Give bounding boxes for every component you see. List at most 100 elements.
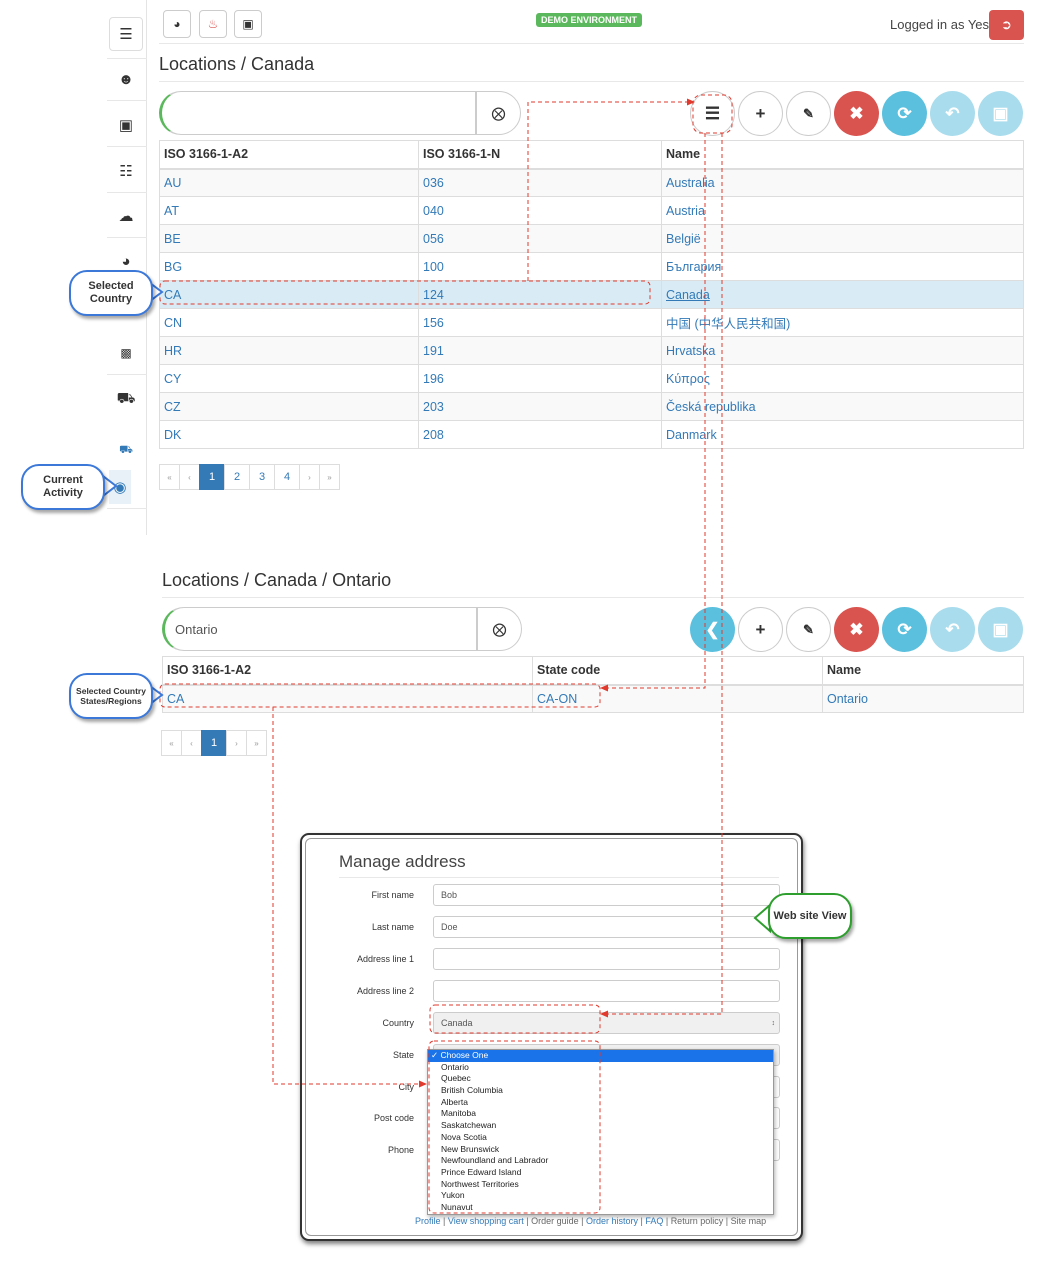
refresh-button[interactable]: ⟳ [882, 607, 927, 652]
column-header[interactable]: Name [822, 656, 1024, 686]
add-button[interactable]: + [738, 607, 783, 652]
footer-link[interactable]: View shopping cart [448, 1216, 524, 1226]
sidebar-item-shipping[interactable]: ⛟ [109, 382, 143, 416]
dashboard-button[interactable]: ◕ [163, 10, 191, 38]
search-input[interactable]: Ontario [162, 607, 477, 651]
table-cell[interactable]: AU [159, 168, 419, 197]
state-option[interactable]: Nunavut [428, 1202, 773, 1214]
table-cell[interactable]: 196 [418, 364, 662, 393]
table-cell[interactable]: CA [159, 280, 419, 309]
sidebar-item-cloud-upload[interactable]: ☁ [109, 199, 143, 233]
undo-button[interactable]: ↶ [930, 91, 975, 136]
pagination-prev[interactable]: ‹ [181, 730, 202, 756]
column-header[interactable]: Name [661, 140, 1024, 170]
state-option[interactable]: New Brunswick [428, 1144, 773, 1156]
delete-button[interactable]: ✖ [834, 91, 879, 136]
table-cell[interactable]: България [661, 252, 1024, 281]
address-line-2-field[interactable] [433, 980, 780, 1002]
column-header[interactable]: ISO 3166-1-N [418, 140, 662, 170]
table-cell[interactable]: Ontario [822, 684, 1024, 713]
sidebar-item-statistics[interactable]: ▩ [109, 336, 143, 370]
sidebar-item-users[interactable]: ☻ [109, 62, 143, 96]
table-row[interactable]: CN 156 中国 (中华人民共和国) [159, 308, 1024, 337]
table-cell[interactable]: BE [159, 224, 419, 253]
logout-button[interactable]: ➲ [989, 10, 1024, 40]
pagination-last[interactable]: » [319, 464, 340, 490]
table-cell[interactable]: CY [159, 364, 419, 393]
table-cell[interactable]: België [661, 224, 1024, 253]
pagination-prev[interactable]: ‹ [179, 464, 200, 490]
menu-toggle-button[interactable]: ☰ [109, 17, 143, 51]
table-cell[interactable]: 203 [418, 392, 662, 421]
sidebar-item-locations[interactable]: ◉ [109, 470, 131, 504]
footer-link[interactable]: Site map [731, 1216, 767, 1226]
pagination-last[interactable]: » [246, 730, 267, 756]
column-header[interactable]: ISO 3166-1-A2 [162, 656, 533, 686]
footer-link[interactable]: FAQ [645, 1216, 663, 1226]
state-option[interactable]: Quebec [428, 1073, 773, 1085]
table-cell[interactable]: 056 [418, 224, 662, 253]
table-cell[interactable]: 040 [418, 196, 662, 225]
table-cell[interactable]: BG [159, 252, 419, 281]
pagination-first[interactable]: « [159, 464, 180, 490]
pagination-next[interactable]: › [226, 730, 247, 756]
sidebar-item-delivery[interactable]: ⛟ [109, 434, 143, 468]
back-button[interactable]: ❮ [690, 607, 735, 652]
pagination-next[interactable]: › [299, 464, 320, 490]
pagination-page[interactable]: 1 [199, 464, 225, 490]
table-row[interactable]: CA CA-ON Ontario [162, 684, 1024, 713]
column-header[interactable]: ISO 3166-1-A2 [159, 140, 419, 170]
state-option[interactable]: Nova Scotia [428, 1132, 773, 1144]
clear-search-button[interactable]: ⨂ [477, 607, 522, 651]
state-option[interactable]: Alberta [428, 1097, 773, 1109]
table-cell[interactable]: 156 [418, 308, 662, 337]
lock-button[interactable]: ▣ [234, 10, 262, 38]
table-row[interactable]: HR 191 Hrvatska [159, 336, 1024, 365]
table-cell[interactable]: 中国 (中华人民共和国) [661, 308, 1024, 337]
table-cell[interactable]: Česká republika [661, 392, 1024, 421]
column-header[interactable]: State code [532, 656, 823, 686]
state-option[interactable]: Saskatchewan [428, 1120, 773, 1132]
clear-search-button[interactable]: ⨂ [476, 91, 521, 135]
first-name-field[interactable]: Bob [433, 884, 780, 906]
undo-button[interactable]: ↶ [930, 607, 975, 652]
table-cell[interactable]: 208 [418, 420, 662, 449]
thermometer-button[interactable]: ♨ [199, 10, 227, 38]
edit-button[interactable]: ✎ [786, 607, 831, 652]
table-cell[interactable]: Austria [661, 196, 1024, 225]
state-option[interactable]: Ontario [428, 1062, 773, 1074]
last-name-field[interactable]: Doe [433, 916, 780, 938]
table-row[interactable]: BG 100 България [159, 252, 1024, 281]
table-cell[interactable]: Danmark [661, 420, 1024, 449]
add-button[interactable]: + [738, 91, 783, 136]
refresh-button[interactable]: ⟳ [882, 91, 927, 136]
table-cell[interactable]: CA [162, 684, 533, 713]
table-cell[interactable]: Australia [661, 168, 1024, 197]
pagination-page[interactable]: 1 [201, 730, 227, 756]
pagination-first[interactable]: « [161, 730, 182, 756]
table-row[interactable]: BE 056 België [159, 224, 1024, 253]
footer-link[interactable]: Profile [415, 1216, 441, 1226]
sidebar-item-sitemap[interactable]: ☷ [109, 154, 143, 188]
table-cell[interactable]: CZ [159, 392, 419, 421]
state-option[interactable]: Yukon [428, 1190, 773, 1202]
table-row[interactable]: CY 196 Κύπρος [159, 364, 1024, 393]
table-cell[interactable]: 036 [418, 168, 662, 197]
footer-link[interactable]: Order guide [531, 1216, 579, 1226]
save-button[interactable]: ▣ [978, 607, 1023, 652]
table-cell[interactable]: HR [159, 336, 419, 365]
footer-link[interactable]: Order history [586, 1216, 638, 1226]
footer-link[interactable]: Return policy [671, 1216, 724, 1226]
table-row[interactable]: AU 036 Australia [159, 168, 1024, 197]
table-cell[interactable]: CA-ON [532, 684, 823, 713]
edit-button[interactable]: ✎ [786, 91, 831, 136]
state-option[interactable]: British Columbia [428, 1085, 773, 1097]
table-row[interactable]: CZ 203 Česká republika [159, 392, 1024, 421]
country-select[interactable]: Canada ↕ [433, 1012, 780, 1034]
table-cell[interactable]: DK [159, 420, 419, 449]
state-option[interactable]: Newfoundland and Labrador [428, 1155, 773, 1167]
sidebar-item-database[interactable]: ▣ [109, 108, 143, 142]
table-cell[interactable]: Canada [661, 280, 1024, 309]
table-cell[interactable]: Hrvatska [661, 336, 1024, 365]
table-cell[interactable]: 124 [418, 280, 662, 309]
